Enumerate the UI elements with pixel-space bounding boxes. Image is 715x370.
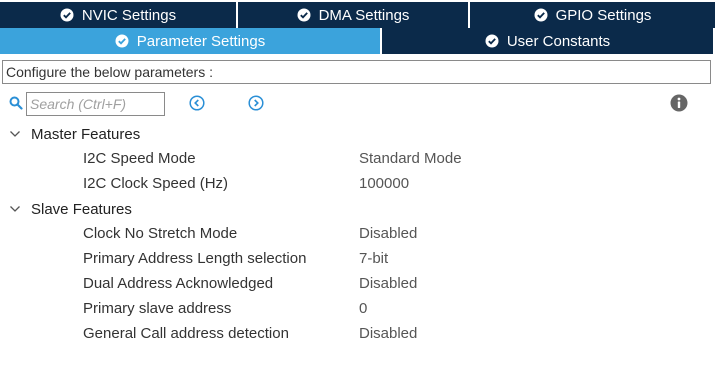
param-name: I2C Speed Mode bbox=[83, 150, 196, 167]
check-circle-icon bbox=[534, 8, 548, 22]
parameters-description: Configure the below parameters : bbox=[2, 60, 711, 84]
check-circle-icon bbox=[115, 34, 129, 48]
param-value[interactable]: 0 bbox=[359, 300, 367, 317]
tab-parameter-settings[interactable]: Parameter Settings bbox=[0, 28, 382, 54]
tab-label: GPIO Settings bbox=[555, 6, 652, 24]
param-row[interactable]: I2C Clock Speed (Hz) 100000 bbox=[0, 173, 715, 195]
param-name: Dual Address Acknowledged bbox=[83, 275, 274, 292]
tab-nvic-settings[interactable]: NVIC Settings bbox=[0, 2, 238, 28]
tab-bar-top: NVIC Settings DMA Settings GPIO Settings bbox=[0, 2, 715, 28]
chevron-down-icon bbox=[9, 128, 21, 140]
param-name: Primary slave address bbox=[83, 300, 232, 317]
info-icon[interactable] bbox=[670, 94, 688, 112]
param-value[interactable]: Disabled bbox=[359, 325, 417, 342]
tab-user-constants[interactable]: User Constants bbox=[382, 28, 713, 54]
tab-gpio-settings[interactable]: GPIO Settings bbox=[470, 2, 715, 28]
param-name: I2C Clock Speed (Hz) bbox=[83, 175, 229, 192]
param-row[interactable]: Clock No Stretch Mode Disabled bbox=[0, 223, 715, 245]
param-name: Primary Address Length selection bbox=[83, 250, 307, 267]
arrow-right-circle-icon[interactable] bbox=[248, 95, 264, 111]
check-circle-icon bbox=[485, 34, 499, 48]
param-row[interactable]: I2C Speed Mode Standard Mode bbox=[0, 148, 715, 170]
tab-dma-settings[interactable]: DMA Settings bbox=[238, 2, 470, 28]
tab-bar-bottom: Parameter Settings User Constants bbox=[0, 28, 715, 54]
param-row[interactable]: Dual Address Acknowledged Disabled bbox=[0, 273, 715, 295]
param-value[interactable]: Disabled bbox=[359, 275, 417, 292]
param-row[interactable]: Primary Address Length selection 7-bit bbox=[0, 248, 715, 270]
param-value[interactable]: Disabled bbox=[359, 225, 417, 242]
param-name: Clock No Stretch Mode bbox=[83, 225, 238, 242]
param-value[interactable]: 100000 bbox=[359, 175, 409, 192]
tab-label: Parameter Settings bbox=[136, 32, 266, 50]
param-row[interactable]: Primary slave address 0 bbox=[0, 298, 715, 320]
group-label: Slave Features bbox=[31, 200, 132, 218]
param-row[interactable]: General Call address detection Disabled bbox=[0, 323, 715, 345]
search-icon[interactable] bbox=[9, 96, 23, 110]
param-value[interactable]: Standard Mode bbox=[359, 150, 462, 167]
param-value[interactable]: 7-bit bbox=[359, 250, 388, 267]
search-toolbar bbox=[0, 90, 715, 118]
tab-label: DMA Settings bbox=[318, 6, 410, 24]
tab-label: NVIC Settings bbox=[81, 6, 177, 24]
check-circle-icon bbox=[297, 8, 311, 22]
param-name: General Call address detection bbox=[83, 325, 289, 342]
tab-label: User Constants bbox=[506, 32, 611, 50]
check-circle-icon bbox=[60, 8, 74, 22]
group-master-features[interactable]: Master Features bbox=[0, 123, 140, 145]
search-input[interactable] bbox=[26, 92, 165, 116]
chevron-down-icon bbox=[9, 203, 21, 215]
group-label: Master Features bbox=[31, 125, 141, 143]
arrow-left-circle-icon[interactable] bbox=[189, 95, 205, 111]
group-slave-features[interactable]: Slave Features bbox=[0, 198, 132, 220]
